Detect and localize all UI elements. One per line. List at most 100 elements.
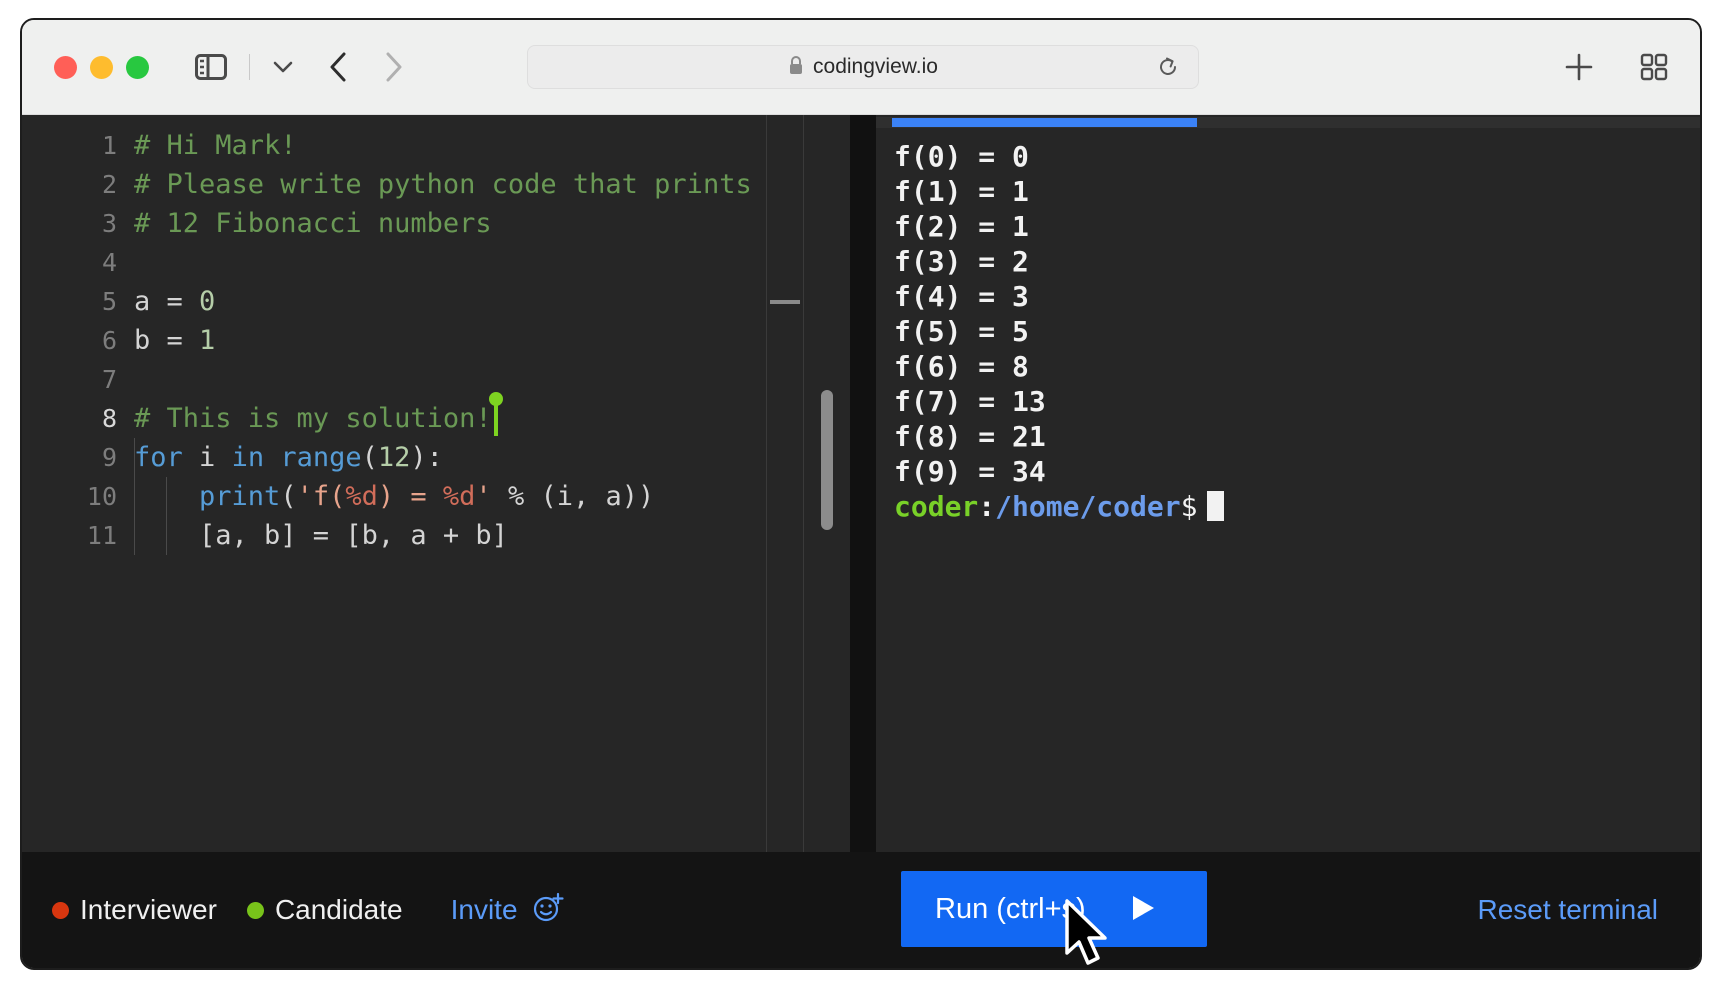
terminal-panel[interactable]: f(0) = 0 f(1) = 1 f(2) = 1 f(3) = 2 f(4) = 3… — [876, 115, 1700, 852]
code-token: # Hi Mark! — [134, 130, 297, 161]
reload-icon[interactable] — [1150, 49, 1186, 85]
terminal-line: f(5) = 5 — [894, 315, 1029, 348]
line-number: 6 — [101, 326, 117, 355]
play-icon — [1129, 893, 1157, 926]
terminal-line: f(2) = 1 — [894, 210, 1029, 243]
code-token: 1 — [199, 325, 216, 356]
maximize-window-button[interactable] — [126, 55, 149, 79]
toolbar-right-controls — [1558, 46, 1674, 88]
invite-control[interactable]: Invite — [451, 892, 564, 929]
invite-label: Invite — [450, 894, 518, 925]
code-token: a — [134, 286, 167, 317]
line-number: 7 — [101, 365, 117, 394]
navigation-controls — [322, 45, 410, 89]
code-token: ( — [361, 442, 378, 473]
line-number: 8 — [101, 404, 117, 433]
code-token: [a, b] = [b, a + b] — [134, 520, 508, 551]
forward-arrow-icon[interactable] — [378, 45, 410, 89]
prompt-path: /home/coder — [995, 490, 1181, 523]
code-token: ): — [410, 442, 443, 473]
terminal-prompt: coder:/home/coder$ — [894, 489, 1700, 524]
terminal-line: f(4) = 3 — [894, 280, 1029, 313]
code-line[interactable]: # Please write python code that prints — [134, 165, 850, 204]
line-number: 9 — [101, 443, 117, 472]
terminal-line: f(9) = 34 — [894, 455, 1046, 488]
run-button[interactable]: Run (ctrl+s) — [901, 871, 1207, 947]
grid-icon[interactable] — [1634, 47, 1674, 87]
code-line[interactable]: a = 0 — [134, 282, 850, 321]
presence-label: Interviewer — [80, 894, 217, 925]
terminal-horizontal-scrollbar[interactable] — [876, 117, 1700, 128]
line-number: 11 — [86, 521, 117, 550]
sidebar-toggle-icon[interactable] — [189, 48, 233, 86]
minimize-window-button[interactable] — [90, 55, 113, 79]
chevron-down-icon[interactable] — [266, 54, 300, 80]
code-token: ' — [475, 481, 492, 512]
browser-window: codingview.io 1 2 3 4 5 6 7 8 9 10 11 # … — [20, 18, 1702, 970]
code-line[interactable]: [a, b] = [b, a + b] — [134, 516, 850, 555]
address-bar-content: codingview.io — [788, 55, 938, 80]
presence-list: Interviewer Candidate — [52, 894, 403, 926]
line-number-gutter: 1 2 3 4 5 6 7 8 9 10 11 — [22, 115, 134, 852]
editor-scroll-thumb[interactable] — [821, 390, 833, 530]
code-token: for — [134, 442, 183, 473]
window-controls — [54, 55, 149, 79]
back-arrow-icon[interactable] — [322, 45, 354, 89]
close-window-button[interactable] — [54, 55, 77, 79]
code-token: # This is my solution! — [134, 403, 492, 434]
line-number: 10 — [86, 482, 117, 511]
line-number: 5 — [101, 287, 117, 316]
browser-toolbar: codingview.io — [22, 20, 1700, 115]
code-token: = — [166, 286, 200, 317]
add-person-icon[interactable] — [532, 892, 564, 929]
code-line[interactable]: for i in range(12): — [134, 438, 850, 477]
code-token: b — [134, 325, 167, 356]
plus-icon[interactable] — [1558, 46, 1600, 88]
app-body: 1 2 3 4 5 6 7 8 9 10 11 # Hi Mark! # Please write p… — [22, 115, 1700, 968]
terminal-line: f(3) = 2 — [894, 245, 1029, 278]
indent-guide — [166, 516, 167, 555]
indent-guide — [134, 438, 135, 477]
code-token: # 12 Fibonacci numbers — [134, 208, 492, 239]
code-line[interactable]: # Hi Mark! — [134, 126, 850, 165]
code-token: = — [166, 325, 200, 356]
code-line[interactable]: b = 1 — [134, 321, 850, 360]
code-editor[interactable]: 1 2 3 4 5 6 7 8 9 10 11 # Hi Mark! # Please write p… — [22, 115, 850, 852]
reset-terminal-button[interactable]: Reset terminal — [1471, 893, 1664, 927]
code-line[interactable] — [134, 243, 850, 282]
code-token: in — [231, 442, 265, 473]
collaborator-cursor — [489, 392, 503, 436]
code-token: ( — [280, 481, 297, 512]
code-line[interactable]: # This is my solution! — [134, 392, 850, 438]
code-token: %d — [345, 481, 378, 512]
code-token: 'f( — [296, 481, 346, 512]
indent-guide — [166, 477, 167, 516]
line-number: 4 — [101, 248, 117, 277]
bottom-toolbar: Interviewer Candidate Invite Run (ctrl+s) — [22, 852, 1700, 968]
editor-vertical-scrollbar[interactable] — [818, 115, 836, 852]
address-bar[interactable]: codingview.io — [527, 45, 1199, 89]
terminal-scroll-thumb[interactable] — [892, 118, 1197, 127]
presence-item[interactable]: Candidate — [246, 894, 403, 926]
code-token: % (i, a)) — [491, 481, 655, 512]
toolbar-divider — [249, 54, 250, 80]
indent-guide — [134, 477, 135, 516]
line-number: 2 — [101, 170, 117, 199]
terminal-output: f(0) = 0 f(1) = 1 f(2) = 1 f(3) = 2 f(4) = 3… — [876, 115, 1700, 524]
presence-item[interactable]: Interviewer — [52, 894, 217, 926]
editor-minimap[interactable] — [766, 115, 804, 852]
code-line[interactable]: print('f(%d) = %d' % (i, a)) — [134, 477, 850, 516]
presence-label: Candidate — [274, 894, 403, 925]
code-token: 12 — [377, 442, 411, 473]
lock-icon — [788, 55, 804, 80]
terminal-line: f(0) = 0 — [894, 140, 1029, 173]
code-content[interactable]: # Hi Mark! # Please write python code tha… — [134, 115, 850, 852]
code-token: 0 — [199, 286, 216, 317]
code-line[interactable]: # 12 Fibonacci numbers — [134, 204, 850, 243]
terminal-line: f(7) = 13 — [894, 385, 1046, 418]
minimap-marker — [770, 300, 800, 304]
run-button-label: Run (ctrl+s) — [935, 892, 1086, 925]
prompt-separator: : — [978, 490, 996, 523]
editor-terminal-split: 1 2 3 4 5 6 7 8 9 10 11 # Hi Mark! # Please write p… — [22, 115, 1700, 852]
